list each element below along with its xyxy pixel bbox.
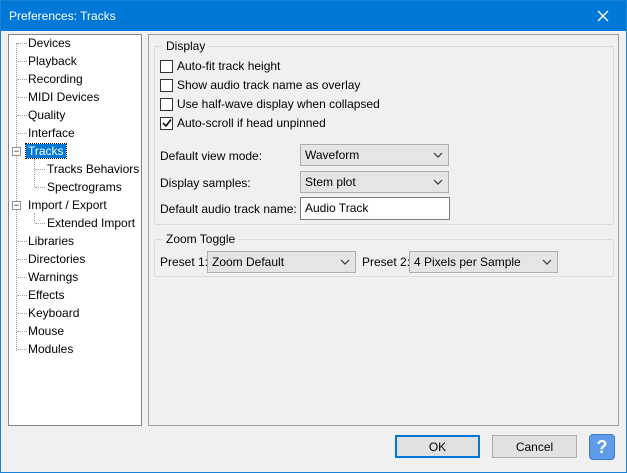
track-name-label: Default audio track name:	[160, 202, 297, 216]
tree-item-directories[interactable]: Directories	[26, 251, 87, 267]
preset2-value: 4 Pixels per Sample	[414, 255, 521, 269]
help-icon: ?	[596, 436, 608, 457]
zoom-toggle-group: Zoom Toggle Preset 1: Zoom Default Prese…	[154, 232, 614, 277]
tree-item-keyboard[interactable]: Keyboard	[26, 305, 81, 321]
collapse-icon[interactable]: −	[12, 201, 21, 210]
tree-item-recording[interactable]: Recording	[26, 71, 85, 87]
display-samples-select[interactable]: Stem plot	[300, 171, 449, 193]
tree-item-spectrograms[interactable]: Spectrograms	[45, 179, 124, 195]
cancel-button[interactable]: Cancel	[492, 435, 577, 458]
display-samples-value: Stem plot	[305, 175, 356, 189]
tree-item-modules[interactable]: Modules	[26, 341, 75, 357]
view-mode-select[interactable]: Waveform	[300, 144, 449, 166]
help-button[interactable]: ?	[589, 434, 615, 460]
chevron-down-icon	[433, 179, 443, 185]
checkbox-label: Show audio track name as overlay	[177, 78, 361, 92]
close-icon	[597, 10, 609, 22]
view-mode-value: Waveform	[305, 148, 360, 162]
window-title: Preferences: Tracks	[9, 9, 116, 23]
checkbox-box	[160, 78, 173, 92]
preset2-select[interactable]: 4 Pixels per Sample	[409, 251, 558, 273]
tree-item-quality[interactable]: Quality	[26, 107, 67, 123]
ok-button[interactable]: OK	[395, 435, 480, 458]
tree-item-import-export[interactable]: Import / Export	[26, 197, 109, 213]
view-mode-label: Default view mode:	[160, 149, 263, 163]
tree-item-tracks-behaviors[interactable]: Tracks Behaviors	[45, 161, 141, 177]
preset1-select[interactable]: Zoom Default	[207, 251, 356, 273]
chevron-down-icon	[542, 259, 552, 265]
display-group: Display Auto-fit track height Show audio…	[154, 39, 614, 225]
checkbox-label: Auto-fit track height	[177, 59, 281, 73]
chevron-down-icon	[340, 259, 350, 265]
display-group-title: Display	[163, 39, 209, 53]
tracks-settings-panel: Display Auto-fit track height Show audio…	[148, 34, 619, 426]
tree-item-tracks[interactable]: Tracks	[25, 143, 67, 159]
checkbox-box	[160, 116, 173, 130]
preset2-label: Preset 2:	[362, 255, 411, 269]
zoom-toggle-title: Zoom Toggle	[163, 232, 239, 246]
preferences-window: Preferences: Tracks − − Devices Playback…	[0, 0, 627, 473]
tree-item-warnings[interactable]: Warnings	[26, 269, 80, 285]
preset1-value: Zoom Default	[212, 255, 285, 269]
checkmark-icon	[161, 119, 172, 128]
auto-scroll-checkbox[interactable]: Auto-scroll if head unpinned	[160, 115, 326, 131]
chevron-down-icon	[433, 152, 443, 158]
collapse-icon[interactable]: −	[12, 147, 21, 156]
tree-item-midi-devices[interactable]: MIDI Devices	[26, 89, 101, 105]
tree-item-effects[interactable]: Effects	[26, 287, 66, 303]
half-wave-display-checkbox[interactable]: Use half-wave display when collapsed	[160, 96, 380, 112]
checkbox-box	[160, 59, 173, 73]
auto-fit-track-height-checkbox[interactable]: Auto-fit track height	[160, 58, 280, 74]
display-samples-label: Display samples:	[160, 176, 251, 190]
preset1-label: Preset 1:	[160, 255, 209, 269]
close-button[interactable]	[580, 1, 626, 31]
checkbox-label: Use half-wave display when collapsed	[177, 97, 380, 111]
tree-item-playback[interactable]: Playback	[26, 53, 79, 69]
tree-item-libraries[interactable]: Libraries	[26, 233, 76, 249]
checkbox-label: Auto-scroll if head unpinned	[177, 116, 326, 130]
show-track-name-overlay-checkbox[interactable]: Show audio track name as overlay	[160, 77, 360, 93]
track-name-input[interactable]: Audio Track	[300, 197, 450, 220]
tree-item-extended-import[interactable]: Extended Import	[45, 215, 137, 231]
tree-item-devices[interactable]: Devices	[26, 35, 73, 51]
tree-item-interface[interactable]: Interface	[26, 125, 77, 141]
checkbox-box	[160, 97, 173, 111]
preferences-tree[interactable]: − − Devices Playback Recording MIDI Devi…	[8, 34, 142, 426]
title-bar: Preferences: Tracks	[1, 1, 626, 31]
tree-item-mouse[interactable]: Mouse	[26, 323, 66, 339]
